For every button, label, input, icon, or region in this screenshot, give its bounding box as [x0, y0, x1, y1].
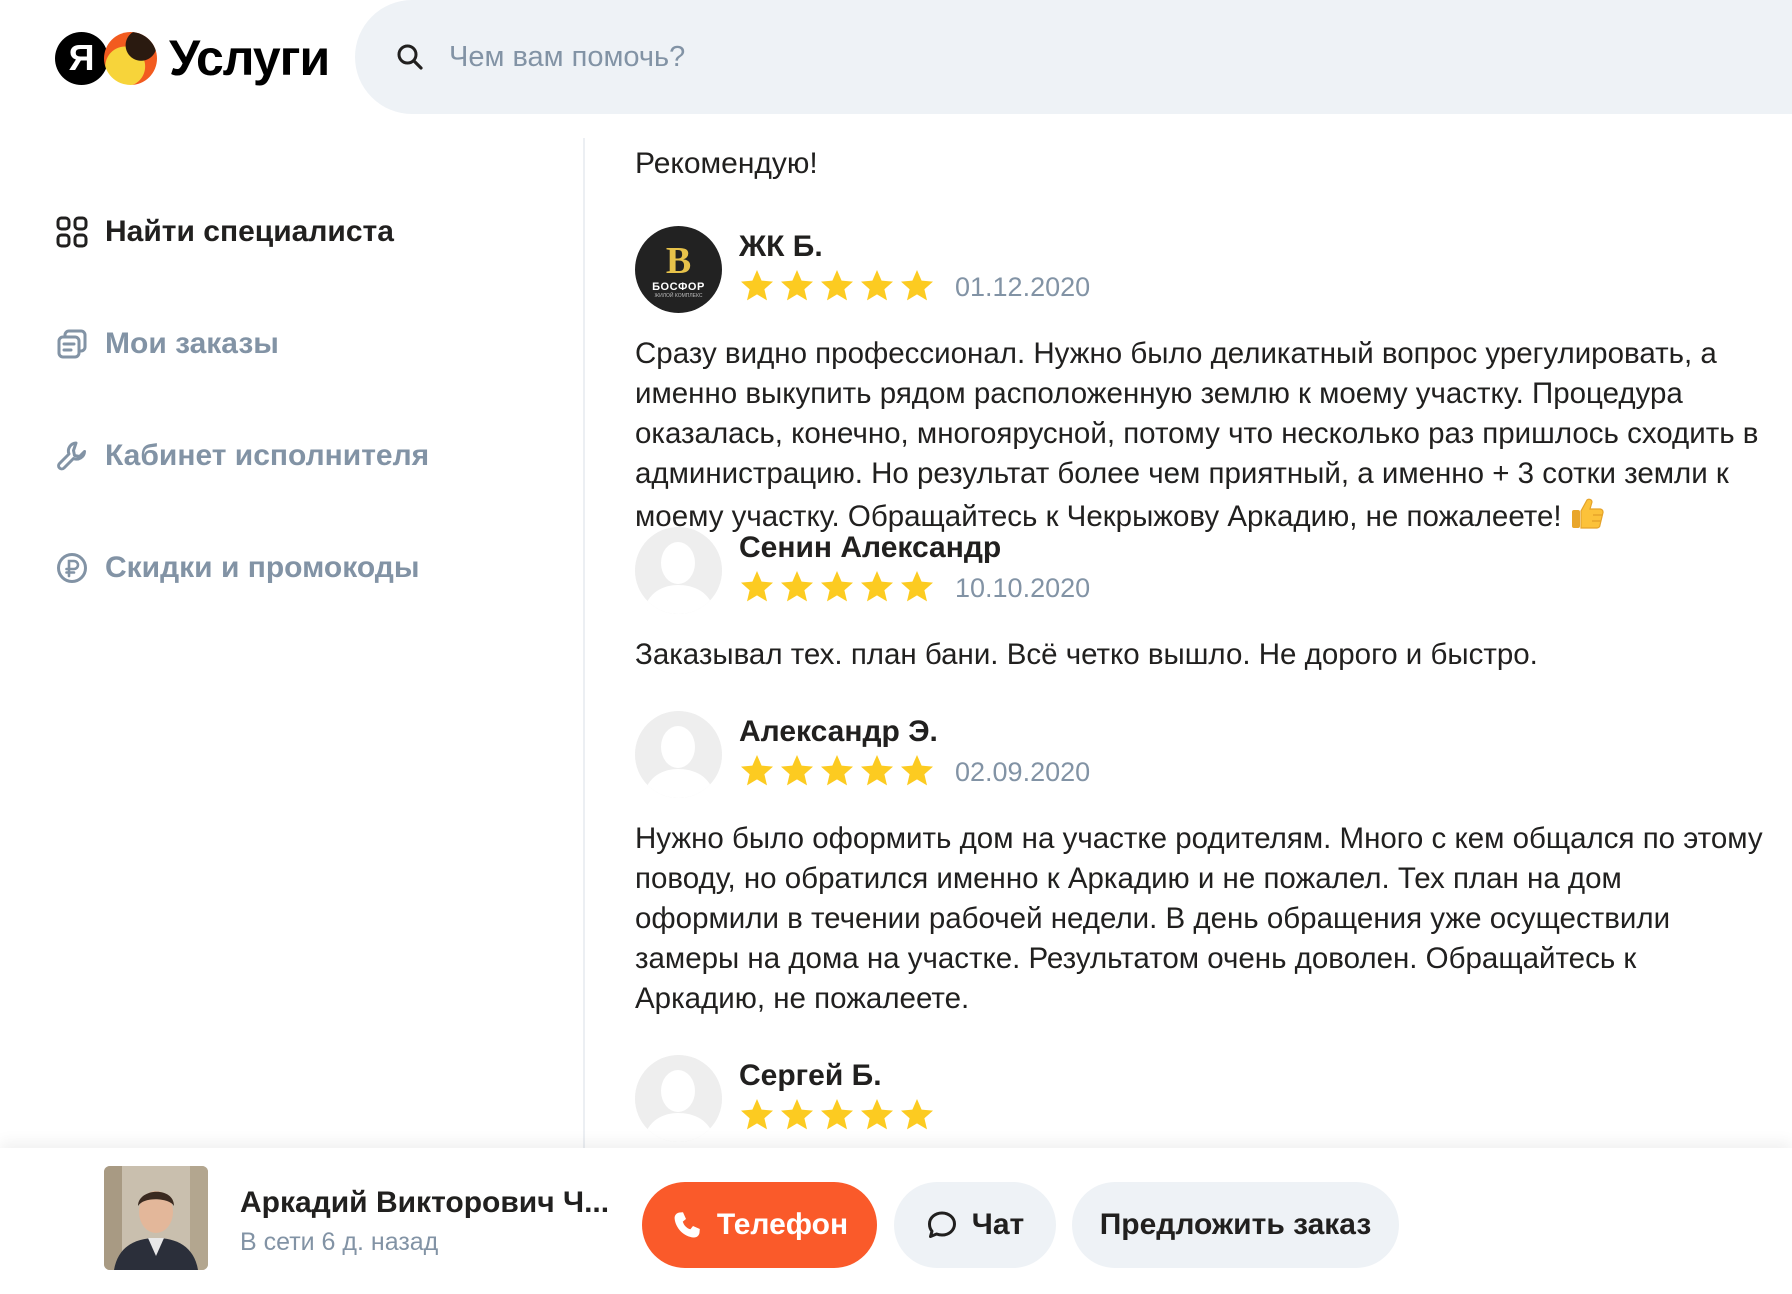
sidebar-item-find-specialist[interactable]: Найти специалиста [55, 212, 394, 252]
search-input[interactable] [449, 38, 1349, 76]
star-icon [781, 755, 813, 786]
specialist-bottom-bar: Аркадий Викторович Ч... В сети 6 д. наза… [0, 1148, 1792, 1294]
specialist-name: Аркадий Викторович Ч... [240, 1186, 610, 1219]
user-placeholder-icon [635, 711, 722, 798]
sidebar-item-discounts[interactable]: Скидки и промокоды [55, 548, 419, 588]
company-logo-name: БОСФОР [652, 280, 705, 293]
user-placeholder-icon [635, 1055, 722, 1142]
phone-button[interactable]: Телефон [642, 1182, 877, 1268]
wrench-icon [55, 439, 89, 473]
chat-button[interactable]: Чат [894, 1182, 1056, 1268]
avatar [635, 711, 722, 798]
rating-stars [739, 1097, 939, 1133]
chat-bubble-icon [927, 1211, 956, 1238]
yandex-logo-icon: Я [55, 31, 108, 85]
phone-icon [674, 1212, 700, 1238]
sidebar-item-executor-cabinet[interactable]: Кабинет исполнителя [55, 436, 429, 476]
orders-icon [55, 327, 89, 361]
review-text-tail: Рекомендую! [635, 147, 818, 180]
star-icon [861, 755, 893, 786]
online-status: В сети 6 д. назад [240, 1228, 439, 1256]
star-icon [821, 755, 853, 786]
logo-text: Услуги [169, 30, 330, 86]
company-logo-subtitle: ЖИЛОЙ КОМПЛЕКС [654, 292, 703, 299]
star-icon [741, 571, 773, 602]
star-icon [861, 1099, 893, 1130]
grid-icon [55, 215, 89, 249]
star-icon [821, 571, 853, 602]
star-icon [781, 270, 813, 301]
review-text: Заказывал тех. план бани. Всё четко вышл… [635, 638, 1538, 671]
review-date: 01.12.2020 [955, 272, 1091, 302]
review-text: Нужно было оформить дом на участке родит… [635, 822, 1763, 1015]
star-icon [901, 1099, 933, 1130]
star-icon [821, 270, 853, 301]
rating-stars [739, 753, 939, 789]
avatar: B БОСФОР ЖИЛОЙ КОМПЛЕКС [635, 226, 722, 313]
offer-order-button-label: Предложить заказ [1099, 1208, 1372, 1241]
star-icon [781, 571, 813, 602]
review-date: 10.10.2020 [955, 573, 1091, 603]
star-icon [861, 571, 893, 602]
rating-stars [739, 268, 939, 304]
star-icon [821, 1099, 853, 1130]
sidebar-item-my-orders[interactable]: Мои заказы [55, 324, 279, 364]
search-bar[interactable] [355, 0, 1792, 114]
user-placeholder-icon [635, 527, 722, 614]
star-icon [861, 270, 893, 301]
sidebar-item-label: Кабинет исполнителя [105, 439, 430, 472]
review-author: Сергей Б. [739, 1059, 882, 1092]
company-logo-letter: B [665, 239, 692, 282]
review-date: 02.09.2020 [955, 757, 1091, 787]
star-icon [901, 571, 933, 602]
avatar [635, 527, 722, 614]
sidebar-item-label: Скидки и промокоды [105, 551, 420, 584]
star-icon [741, 1099, 773, 1130]
star-icon [901, 270, 933, 301]
reviews-list[interactable]: Рекомендую! B БОСФОР ЖИЛОЙ КОМПЛЕКС ЖК Б… [585, 114, 1792, 1148]
chat-button-label: Чат [971, 1208, 1025, 1241]
sidebar: Найти специалиста Мои заказы Кабинет исп… [0, 138, 584, 1144]
rating-stars [739, 569, 939, 605]
review-text: Сразу видно профессионал. Нужно было дел… [635, 334, 1765, 537]
ruble-icon [55, 551, 89, 585]
specialist-photo [104, 1166, 208, 1270]
star-icon [741, 755, 773, 786]
star-icon [741, 270, 773, 301]
specialist-avatar[interactable] [104, 1166, 208, 1270]
avatar [635, 1055, 722, 1142]
sidebar-item-label: Найти специалиста [105, 215, 394, 248]
review-author: Александр Э. [739, 715, 938, 748]
search-icon [397, 44, 423, 70]
star-icon [901, 755, 933, 786]
yandex-uslugi-logo[interactable]: Я Услуги [55, 28, 330, 88]
offer-order-button[interactable]: Предложить заказ [1072, 1182, 1399, 1268]
thumbs-up-icon [1571, 498, 1604, 529]
review-author: Сенин Александр [739, 531, 1002, 564]
star-icon [781, 1099, 813, 1130]
uslugi-logo-icon [104, 31, 157, 85]
sidebar-item-label: Мои заказы [105, 327, 279, 360]
review-author: ЖК Б. [739, 230, 823, 263]
phone-button-label: Телефон [716, 1208, 849, 1241]
